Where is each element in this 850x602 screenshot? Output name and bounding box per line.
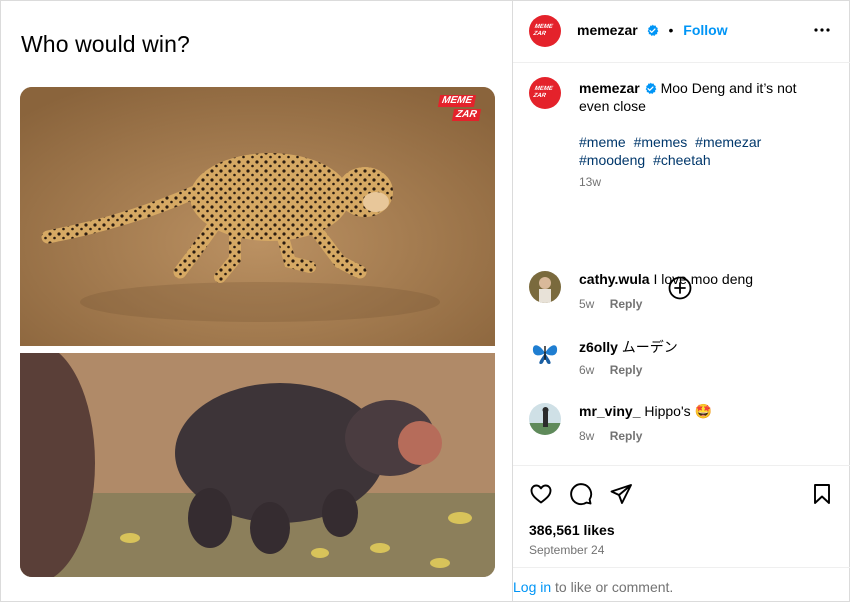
comment-body: ムーデン xyxy=(621,339,678,355)
comment-item: cathy.wula I love moo deng 5w Reply xyxy=(513,267,850,327)
avatar[interactable] xyxy=(529,337,561,369)
caption-text: memezar Moo Deng and it’s not even close xyxy=(579,79,829,115)
like-count[interactable]: 386,561 likes xyxy=(529,522,615,538)
caption-username[interactable]: memezar xyxy=(579,80,640,96)
hashtag-link[interactable]: #cheetah xyxy=(653,152,711,168)
comment-timestamp: 5w xyxy=(579,297,595,311)
memezar-watermark: MEME ZAR xyxy=(437,95,485,123)
heart-icon[interactable] xyxy=(529,482,553,506)
comment-icon[interactable] xyxy=(569,482,593,506)
comment-item: mr_viny_ Hippo's 🤩 8w Reply xyxy=(513,399,850,459)
avatar[interactable]: MEME ZAR xyxy=(529,15,561,47)
hippo-photo xyxy=(20,353,495,577)
comment-username[interactable]: cathy.wula xyxy=(579,271,650,287)
username-link[interactable]: memezar xyxy=(577,22,638,38)
follow-button[interactable]: Follow xyxy=(683,22,727,38)
post-sidebar: MEME ZAR memezar • Follow MEME ZAR memez… xyxy=(512,1,850,601)
reply-button[interactable]: Reply xyxy=(610,429,643,443)
hashtag-link[interactable]: #meme xyxy=(579,134,626,150)
comment-timestamp: 8w xyxy=(579,429,595,443)
comment-meta: 8w Reply xyxy=(579,429,642,443)
avatar[interactable] xyxy=(529,403,561,435)
post-title: Who would win? xyxy=(21,31,190,57)
login-prompt-text: to like or comment. xyxy=(551,579,674,595)
comment-text: cathy.wula I love moo deng xyxy=(579,271,753,287)
post-actions: 386,561 likes September 24 Log in to lik… xyxy=(513,465,850,601)
post-image[interactable]: MEME ZAR xyxy=(20,87,495,577)
reply-button[interactable]: Reply xyxy=(610,363,643,377)
comment-body: Hippo's 🤩 xyxy=(644,403,712,419)
comment-meta: 5w Reply xyxy=(579,297,642,311)
comment-text: mr_viny_ Hippo's 🤩 xyxy=(579,403,712,420)
separator-dot: • xyxy=(668,22,674,38)
verified-icon xyxy=(647,24,658,36)
hashtag-link[interactable]: #memezar xyxy=(695,134,761,150)
header-user: memezar • Follow xyxy=(577,22,728,38)
login-prompt: Log in to like or comment. xyxy=(513,567,850,602)
avatar[interactable] xyxy=(529,271,561,303)
share-icon[interactable] xyxy=(609,482,633,506)
comment-timestamp: 6w xyxy=(579,363,595,377)
comment-text: z6olly ムーデン xyxy=(579,337,678,357)
comment-meta: 6w Reply xyxy=(579,363,642,377)
post-media-area: Who would win? MEME ZAR xyxy=(1,1,511,601)
reply-button[interactable]: Reply xyxy=(610,297,643,311)
post-header: MEME ZAR memezar • Follow xyxy=(513,1,850,63)
more-icon[interactable] xyxy=(810,18,834,42)
comment-body: I love moo deng xyxy=(653,271,754,287)
cheetah-photo: MEME ZAR xyxy=(20,87,495,346)
comment-username[interactable]: z6olly xyxy=(579,339,618,355)
post-date: September 24 xyxy=(529,543,605,557)
hashtag-list: #meme #memes #memezar #moodeng #cheetah xyxy=(579,133,829,169)
bookmark-icon[interactable] xyxy=(810,482,834,506)
verified-icon xyxy=(645,82,657,94)
login-link[interactable]: Log in xyxy=(513,579,551,595)
hashtag-link[interactable]: #memes xyxy=(634,134,688,150)
comment-username[interactable]: mr_viny_ xyxy=(579,403,640,419)
comment-item: z6olly ムーデン 6w Reply xyxy=(513,333,850,393)
avatar[interactable]: MEME ZAR xyxy=(529,77,561,109)
caption-timestamp: 13w xyxy=(579,175,602,189)
hashtag-link[interactable]: #moodeng xyxy=(579,152,645,168)
